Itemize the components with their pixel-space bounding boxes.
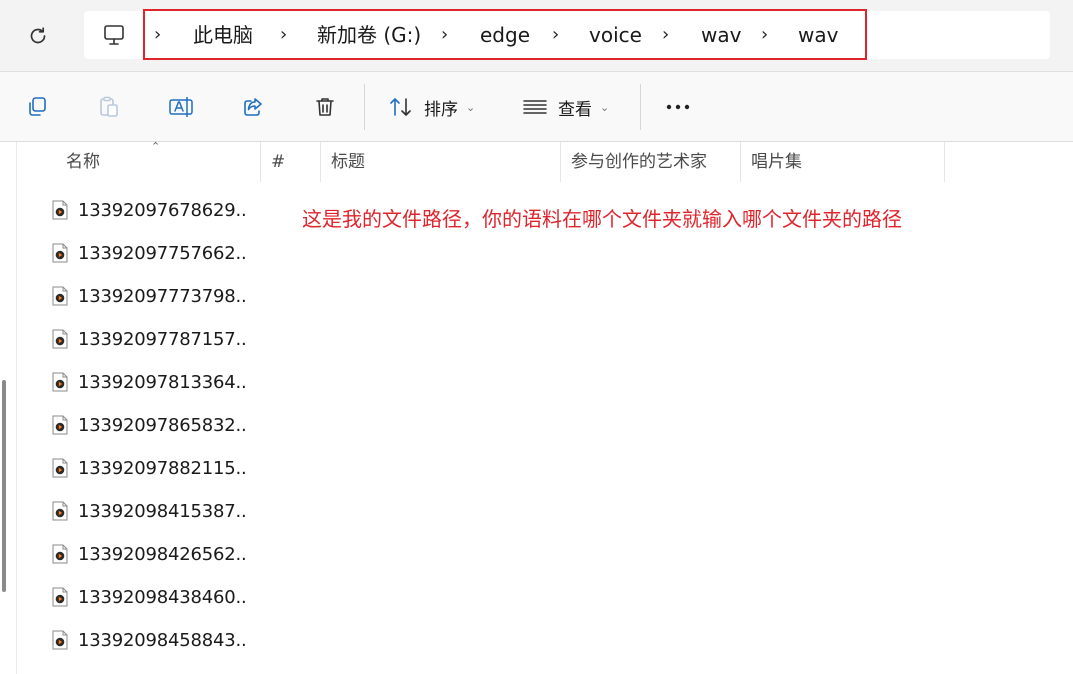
file-name: 13392097813364...: [78, 371, 248, 393]
audio-file-icon: [52, 200, 68, 220]
column-header-title[interactable]: 标题: [321, 142, 561, 182]
file-name: 13392097787157...: [78, 328, 248, 350]
more-options-button[interactable]: [662, 88, 694, 126]
file-row[interactable]: 13392097678629...: [40, 190, 280, 230]
audio-file-icon: [52, 243, 68, 263]
file-row[interactable]: 13392098415387...: [40, 491, 280, 531]
more-icon: [666, 104, 690, 110]
sort-button[interactable]: 排序 ⌄: [388, 88, 475, 126]
paste-icon: [100, 96, 118, 117]
file-name: 13392097678629...: [78, 199, 248, 221]
file-row[interactable]: 13392097865832...: [40, 405, 280, 445]
breadcrumb-wav-current[interactable]: wav: [798, 22, 838, 48]
refresh-icon: [30, 27, 46, 44]
path-annotation: 这是我的文件路径，你的语料在哪个文件夹就输入哪个文件夹的路径: [302, 207, 902, 231]
file-name: 13392097757662...: [78, 242, 248, 264]
breadcrumb-separator[interactable]: ›: [441, 24, 453, 46]
paste-button[interactable]: [92, 88, 126, 126]
file-row[interactable]: 13392098426562...: [40, 534, 280, 574]
audio-file-icon: [52, 286, 68, 306]
toolbar-divider: [364, 84, 365, 130]
file-name: 13392098415387...: [78, 500, 248, 522]
share-icon: [244, 98, 262, 116]
trash-icon: [316, 98, 334, 116]
audio-file-icon: [52, 458, 68, 478]
file-name: 13392098438460...: [78, 586, 248, 608]
breadcrumb-wav[interactable]: wav: [701, 22, 741, 48]
copy-icon: [29, 97, 46, 116]
rename-icon: [169, 97, 193, 117]
address-bar-region: › 此电脑 › 新加卷 (G:) › edge › voice › wav › …: [0, 0, 1073, 72]
file-row[interactable]: 13392097773798...: [40, 276, 280, 316]
toolbar-divider: [640, 84, 641, 130]
chevron-down-icon: ⌄: [466, 100, 476, 114]
file-name: 13392098426562...: [78, 543, 248, 565]
breadcrumb-separator[interactable]: ›: [761, 24, 773, 46]
sort-icon: [390, 98, 411, 116]
breadcrumb-separator[interactable]: ›: [662, 24, 674, 46]
sort-label: 排序: [424, 99, 458, 120]
audio-file-icon: [52, 501, 68, 521]
file-name: 13392097865832...: [78, 414, 248, 436]
audio-file-icon: [52, 544, 68, 564]
audio-file-icon: [52, 630, 68, 650]
breadcrumb-separator[interactable]: ›: [154, 24, 166, 46]
file-name: 13392098458843...: [78, 629, 248, 651]
refresh-button[interactable]: [22, 20, 54, 52]
file-row[interactable]: 13392098438460...: [40, 577, 280, 617]
rename-button[interactable]: [164, 88, 198, 126]
command-toolbar: 排序 ⌄ 查看 ⌄: [0, 72, 1073, 142]
column-header-row: 名称 # 标题 参与创作的艺术家 唱片集: [0, 142, 1073, 182]
column-header-artist[interactable]: 参与创作的艺术家: [561, 142, 741, 182]
audio-file-icon: [52, 372, 68, 392]
breadcrumb-edge[interactable]: edge: [480, 22, 530, 48]
audio-file-icon: [52, 329, 68, 349]
this-pc-icon[interactable]: [99, 20, 129, 50]
delete-button[interactable]: [308, 88, 342, 126]
breadcrumb-this-pc[interactable]: 此电脑: [193, 22, 253, 48]
copy-button[interactable]: [20, 88, 54, 126]
file-row[interactable]: 13392098458843...: [40, 620, 280, 660]
file-row[interactable]: 13392097787157...: [40, 319, 280, 359]
audio-file-icon: [52, 415, 68, 435]
file-row[interactable]: 13392097882115...: [40, 448, 280, 488]
column-header-name[interactable]: 名称: [56, 142, 261, 182]
audio-file-icon: [52, 587, 68, 607]
view-label: 查看: [558, 99, 592, 120]
file-name: 13392097882115...: [78, 457, 248, 479]
share-button[interactable]: [236, 88, 270, 126]
pane-divider: [16, 142, 17, 674]
column-header-number[interactable]: #: [261, 142, 321, 182]
column-header-album[interactable]: 唱片集: [741, 142, 945, 182]
chevron-down-icon: ⌄: [600, 100, 610, 114]
view-list-icon: [523, 100, 547, 114]
breadcrumb-volume-g[interactable]: 新加卷 (G:): [317, 22, 421, 48]
file-name: 13392097773798...: [78, 285, 248, 307]
breadcrumb-separator[interactable]: ›: [552, 24, 564, 46]
vertical-scrollbar[interactable]: [2, 380, 6, 592]
breadcrumb-separator[interactable]: ›: [280, 24, 292, 46]
breadcrumb-voice[interactable]: voice: [589, 22, 642, 48]
view-button[interactable]: 查看 ⌄: [522, 88, 609, 126]
file-row[interactable]: 13392097757662...: [40, 233, 280, 273]
file-row[interactable]: 13392097813364...: [40, 362, 280, 402]
